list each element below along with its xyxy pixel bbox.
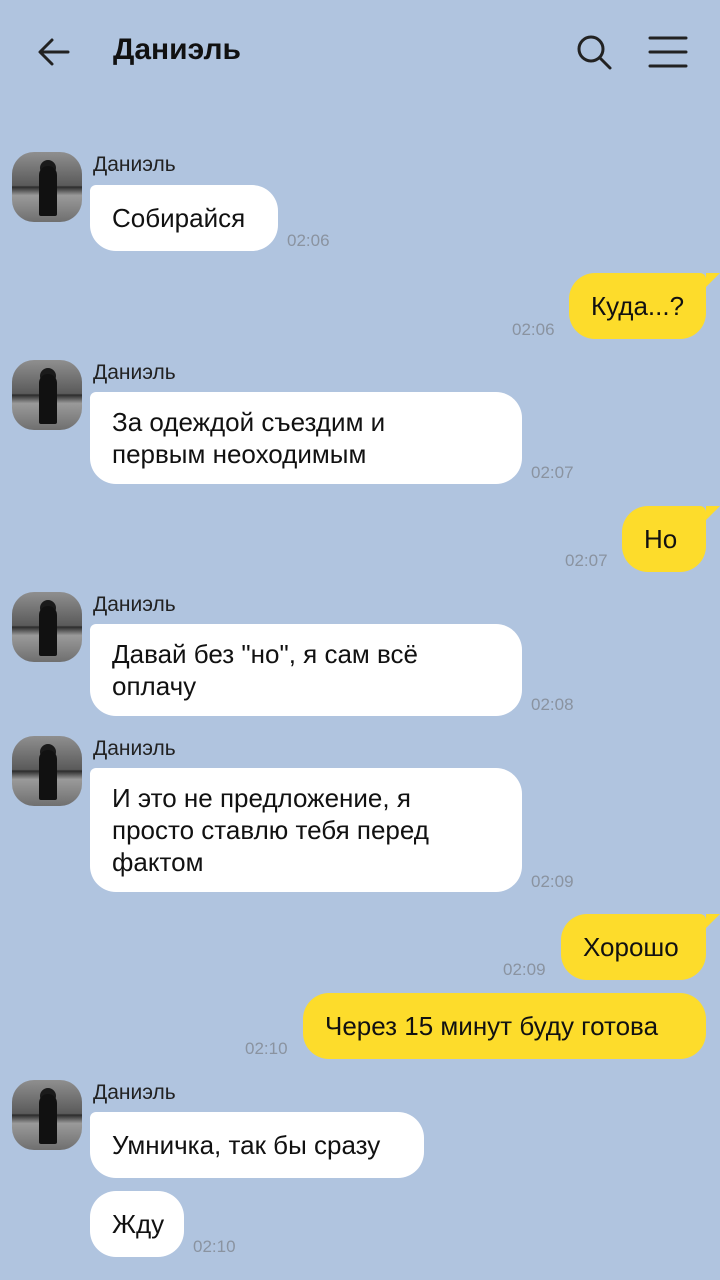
message-bubble-outgoing[interactable]: Хорошо: [561, 914, 706, 980]
message-time: 02:07: [531, 463, 574, 482]
message-time: 02:10: [193, 1237, 236, 1256]
bubble-tail: [706, 914, 720, 928]
message-bubble-incoming[interactable]: Умничка, так бы сразу: [90, 1112, 424, 1178]
message-bubble-incoming[interactable]: Жду: [90, 1191, 184, 1257]
bubble-tail: [706, 273, 720, 287]
sender-name: Даниэль: [93, 737, 176, 760]
message-bubble-incoming[interactable]: Давай без "но", я сам всё оплачу: [90, 624, 522, 716]
message-text-line: просто ставлю тебя перед: [112, 815, 429, 845]
message-bubble-outgoing[interactable]: Через 15 минут буду готова: [303, 993, 706, 1059]
message-time: 02:09: [503, 960, 546, 979]
avatar[interactable]: [12, 736, 82, 806]
message-text: Хорошо: [583, 932, 679, 962]
chat-header: Даниэль: [0, 0, 720, 105]
menu-icon[interactable]: [646, 30, 690, 74]
message-text: Но: [644, 524, 678, 554]
message-time: 02:07: [565, 551, 608, 570]
message-time: 02:06: [287, 231, 330, 250]
message-time: 02:10: [245, 1039, 288, 1058]
message-text: Умничка, так бы сразу: [112, 1130, 381, 1160]
message-text-line: фактом: [112, 847, 204, 877]
avatar[interactable]: [12, 1080, 82, 1150]
sender-name: Даниэль: [93, 1081, 176, 1104]
message-text: Через 15 минут буду готова: [325, 1011, 659, 1041]
message-bubble-incoming[interactable]: За одеждой съездим и первым неоходимым: [90, 392, 522, 484]
message-text-line: первым неоходимым: [112, 439, 367, 469]
message-bubble-outgoing[interactable]: Куда...?: [569, 273, 706, 339]
bubble-tail: [706, 506, 720, 520]
message-text-line: И это не предложение, я: [112, 783, 411, 813]
avatar[interactable]: [12, 360, 82, 430]
search-icon[interactable]: [572, 30, 616, 74]
message-text-line: Давай без "но", я сам всё: [112, 639, 418, 669]
avatar[interactable]: [12, 592, 82, 662]
message-bubble-outgoing[interactable]: Но: [622, 506, 706, 572]
message-bubble-incoming[interactable]: И это не предложение, я просто ставлю те…: [90, 768, 522, 892]
message-text: Жду: [112, 1209, 165, 1239]
sender-name: Даниэль: [93, 361, 176, 384]
message-time: 02:06: [512, 320, 555, 339]
message-time: 02:08: [531, 695, 574, 714]
message-text: Куда...?: [591, 291, 685, 321]
message-text-line: За одеждой съездим и: [112, 407, 386, 437]
sender-name: Даниэль: [93, 153, 176, 176]
message-time: 02:09: [531, 872, 574, 891]
sender-name: Даниэль: [93, 593, 176, 616]
back-arrow-icon[interactable]: [32, 30, 76, 74]
avatar[interactable]: [12, 152, 82, 222]
message-text: Собирайся: [112, 203, 246, 233]
message-bubble-incoming[interactable]: Собирайся: [90, 185, 278, 251]
chat-title[interactable]: Даниэль: [113, 33, 241, 67]
message-text-line: оплачу: [112, 671, 197, 701]
